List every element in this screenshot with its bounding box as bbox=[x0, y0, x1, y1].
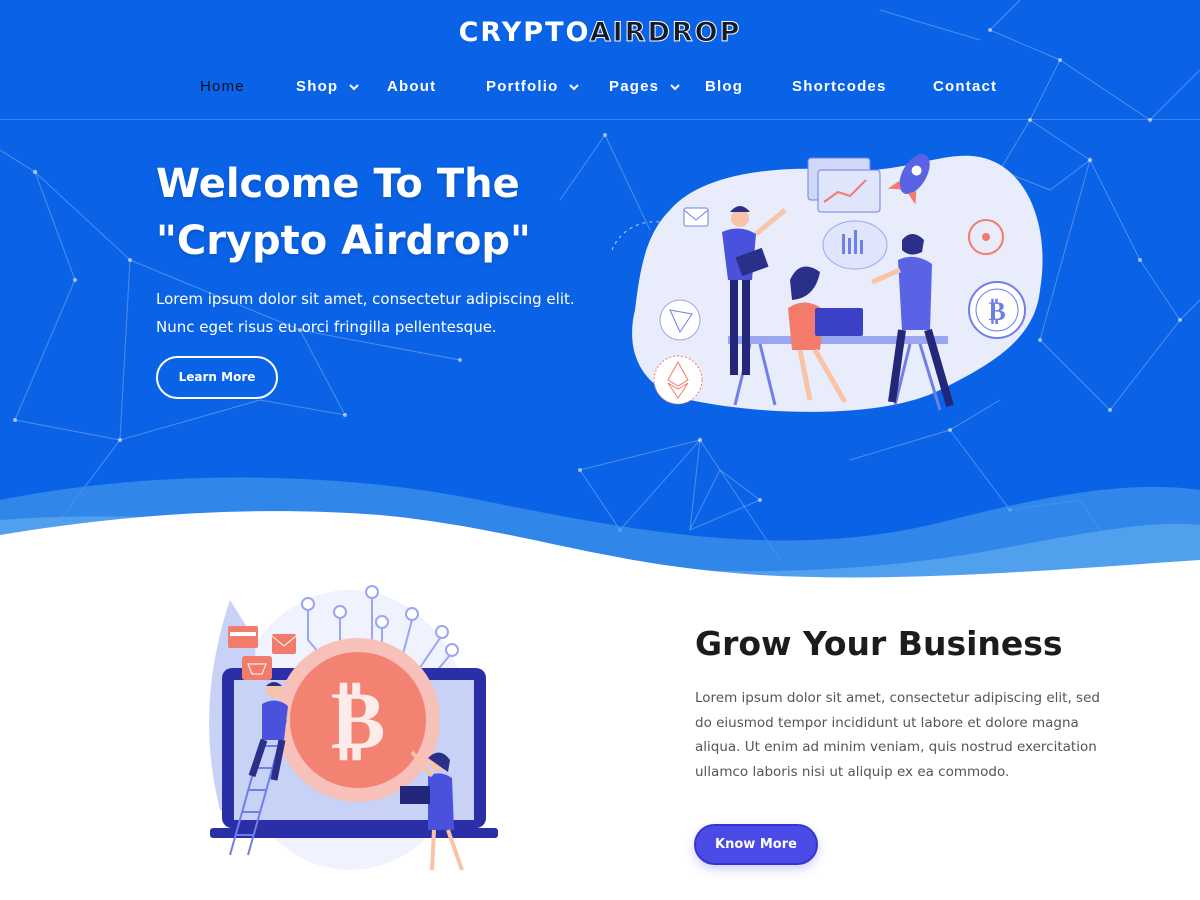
hero-description-line: Lorem ipsum dolor sit amet, consectetur … bbox=[156, 290, 575, 308]
hero-title-line: Welcome To The bbox=[156, 161, 520, 207]
nav-item-label: Contact bbox=[933, 78, 998, 95]
nav-item-label: Blog bbox=[705, 78, 744, 95]
svg-text:₿: ₿ bbox=[988, 297, 1005, 327]
feature-title: Grow Your Business bbox=[695, 624, 1063, 663]
nav-item-label: Home bbox=[200, 78, 245, 95]
hero-title-line: "Crypto Airdrop" bbox=[156, 218, 531, 264]
hero-section: CRYPTOAIRDROP Home Shop About Portfolio … bbox=[0, 0, 1200, 580]
nav-item-label: Portfolio bbox=[486, 78, 559, 95]
logo-text-primary: CRYPTO bbox=[458, 17, 590, 48]
hero-description-line: Nunc eget risus eu orci fringilla pellen… bbox=[156, 318, 497, 336]
nav-item-about[interactable]: About bbox=[387, 78, 436, 96]
nav-item-shop[interactable]: Shop bbox=[296, 78, 360, 96]
bitcoin-growth-illustration: ₿ bbox=[209, 585, 498, 871]
chevron-down-icon bbox=[670, 84, 680, 91]
nav-item-home[interactable]: Home bbox=[200, 78, 245, 96]
chart-board-icon bbox=[807, 157, 881, 213]
nav-item-shortcodes[interactable]: Shortcodes bbox=[792, 78, 887, 96]
team-working-illustration: ₿ bbox=[611, 154, 1043, 412]
feature-description-line: Lorem ipsum dolor sit amet, consectetur … bbox=[695, 690, 1100, 706]
hero-title: Welcome To The "Crypto Airdrop" bbox=[156, 156, 531, 270]
nav-item-blog[interactable]: Blog bbox=[705, 78, 743, 96]
card-icon bbox=[228, 626, 258, 648]
ethereum-icon bbox=[653, 355, 703, 405]
bitcoin-icon: ₿ bbox=[276, 638, 440, 802]
speech-bubble-icon bbox=[822, 220, 888, 270]
hero-description: Lorem ipsum dolor sit amet, consectetur … bbox=[156, 285, 616, 341]
feature-description-line: aliqua. Ut enim ad minim veniam, quis no… bbox=[695, 739, 1097, 756]
learn-more-button[interactable]: Learn More bbox=[156, 356, 278, 399]
mail-icon bbox=[271, 634, 297, 654]
know-more-button[interactable]: Know More bbox=[694, 824, 818, 865]
nav-item-label: About bbox=[387, 78, 437, 95]
nav-item-pages[interactable]: Pages bbox=[609, 78, 681, 96]
tron-icon bbox=[659, 299, 701, 341]
nav-item-portfolio[interactable]: Portfolio bbox=[486, 78, 580, 96]
bitcoin-icon: ₿ bbox=[968, 281, 1026, 339]
feature-description-line: do eiusmod tempor incididunt ut labore e… bbox=[695, 714, 1079, 731]
nav-item-label: Pages bbox=[609, 78, 660, 95]
site-logo[interactable]: CRYPTOAIRDROP bbox=[0, 17, 1200, 48]
page: CRYPTOAIRDROP Home Shop About Portfolio … bbox=[0, 0, 1200, 900]
nav-item-label: Shortcodes bbox=[792, 78, 887, 95]
svg-text:₿: ₿ bbox=[331, 673, 386, 768]
chevron-down-icon bbox=[349, 84, 360, 91]
nav-divider bbox=[0, 119, 1200, 120]
chevron-down-icon bbox=[569, 84, 580, 91]
feature-description: Lorem ipsum dolor sit amet, consectetur … bbox=[695, 686, 1100, 785]
feature-description-line: ullamco laboris nisi ut aliquip ex ea co… bbox=[695, 764, 1010, 781]
nav-item-label: Shop bbox=[296, 78, 339, 95]
cart-icon bbox=[242, 656, 272, 680]
mail-icon bbox=[683, 207, 709, 227]
logo-text-secondary: AIRDROP bbox=[589, 17, 742, 48]
main-navigation: Home Shop About Portfolio Pages Blog Sho… bbox=[0, 78, 1200, 96]
nav-item-contact[interactable]: Contact bbox=[933, 78, 997, 96]
